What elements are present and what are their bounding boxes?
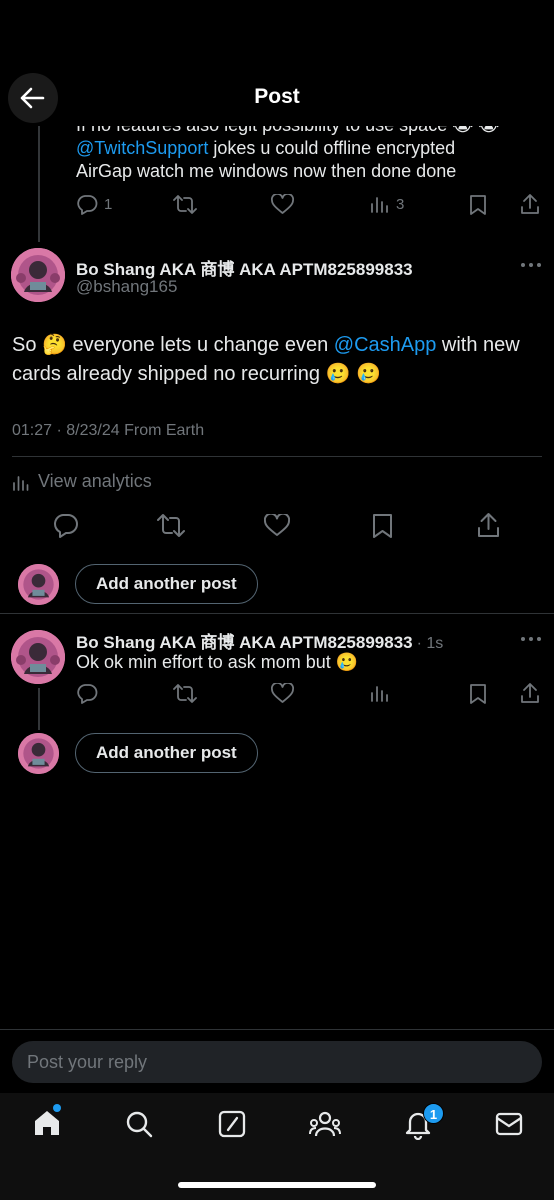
tab-messages[interactable] (495, 1112, 523, 1136)
page-title-overlay: Post (254, 85, 300, 108)
reply-button[interactable] (76, 683, 98, 704)
author-handle[interactable]: @bshang165 (76, 277, 177, 297)
repost-icon (173, 195, 197, 214)
repost-icon (157, 514, 185, 537)
reply-button[interactable] (53, 513, 79, 538)
like-button[interactable] (271, 683, 294, 704)
heart-icon (271, 194, 294, 214)
signal-icon (390, 29, 420, 46)
bookmark-button[interactable] (469, 194, 487, 216)
heart-icon (271, 683, 294, 703)
avatar-image (18, 733, 59, 774)
search-icon (126, 1111, 153, 1138)
communities-icon (309, 1111, 341, 1137)
divider (0, 1029, 554, 1030)
back-arrow-icon (20, 87, 45, 109)
share-button[interactable] (520, 682, 540, 704)
like-button[interactable] (264, 514, 290, 537)
reply-icon (54, 514, 78, 538)
add-another-post-button[interactable]: Add another post (75, 564, 258, 604)
bookmark-icon (373, 514, 392, 538)
status-bar: 01:27 5GUC 57 (0, 0, 554, 70)
more-options-button[interactable] (520, 636, 542, 642)
avatar (18, 564, 59, 605)
reply-input[interactable]: Post your reply (12, 1041, 542, 1083)
thread-line (38, 688, 40, 730)
views-icon (371, 197, 388, 213)
like-button[interactable] (271, 194, 294, 215)
reply-post-text: Ok ok min effort to ask mom but 🥲 (76, 652, 359, 672)
share-button[interactable] (520, 193, 540, 215)
status-time: 01:27 (62, 24, 124, 50)
person-icon (129, 30, 144, 46)
mention-link[interactable]: @TwitchSupport (76, 138, 208, 158)
battery-indicator: 57 (467, 27, 507, 48)
repost-button[interactable] (173, 683, 197, 704)
network-label: 5GUC (428, 28, 464, 47)
avatar[interactable] (11, 630, 65, 684)
tab-search[interactable] (125, 1110, 153, 1138)
post-timestamp: 01:27 · 8/23/24 From Earth (12, 422, 205, 439)
notifications-badge: 1 (423, 1103, 444, 1124)
divider (12, 456, 542, 457)
avatar (18, 733, 59, 774)
reply-post-header: Bo Shang AKA 商博 AKA APTM825899833 · 1s (76, 628, 443, 653)
home-icon (35, 1111, 59, 1135)
share-button[interactable] (477, 512, 500, 538)
back-button-overlay[interactable] (8, 73, 58, 123)
analytics-icon (13, 475, 29, 491)
avatar-image (11, 248, 65, 302)
bookmark-icon (470, 684, 486, 704)
avatar-image (18, 564, 59, 605)
home-indicator (178, 1182, 376, 1188)
avatar[interactable] (11, 248, 65, 302)
views-button[interactable] (370, 683, 390, 703)
divider (0, 613, 554, 614)
heart-icon (264, 514, 290, 536)
battery-tip (508, 34, 511, 41)
repost-button[interactable] (157, 513, 185, 538)
tab-communities[interactable] (309, 1110, 341, 1138)
share-icon (521, 194, 539, 214)
more-dots-icon (521, 637, 541, 641)
views-icon (371, 686, 388, 702)
reply-icon (77, 195, 98, 215)
author-name[interactable]: Bo Shang AKA 商博 AKA APTM825899833 (76, 628, 413, 653)
view-analytics-link[interactable]: View analytics (12, 471, 152, 492)
avatar-image (11, 630, 65, 684)
tab-grok[interactable] (218, 1110, 246, 1138)
repost-icon (173, 684, 197, 703)
parent-post-text: If no features also legit possibility to… (76, 115, 500, 181)
main-post-text: So 🤔 everyone lets u change even @CashAp… (12, 334, 520, 385)
thread-line (38, 125, 40, 242)
post-time: · 1s (416, 635, 444, 652)
reply-icon (77, 684, 98, 704)
mention-link[interactable]: @CashApp (334, 334, 437, 356)
repost-button[interactable] (173, 194, 197, 215)
add-another-post-button[interactable]: Add another post (75, 733, 258, 773)
more-options-button[interactable] (520, 262, 542, 268)
bookmark-button[interactable] (372, 513, 393, 539)
views-button[interactable]: 3 (370, 194, 404, 214)
more-dots-icon (521, 263, 541, 267)
share-icon (478, 513, 499, 537)
grok-icon (218, 1110, 246, 1138)
tab-home[interactable] (32, 1108, 62, 1138)
bookmark-icon (470, 195, 486, 215)
share-icon (521, 683, 539, 703)
home-unread-dot (53, 1104, 61, 1112)
bookmark-button[interactable] (469, 683, 487, 705)
mail-icon (495, 1112, 523, 1136)
reply-button[interactable]: 1 (76, 194, 112, 215)
